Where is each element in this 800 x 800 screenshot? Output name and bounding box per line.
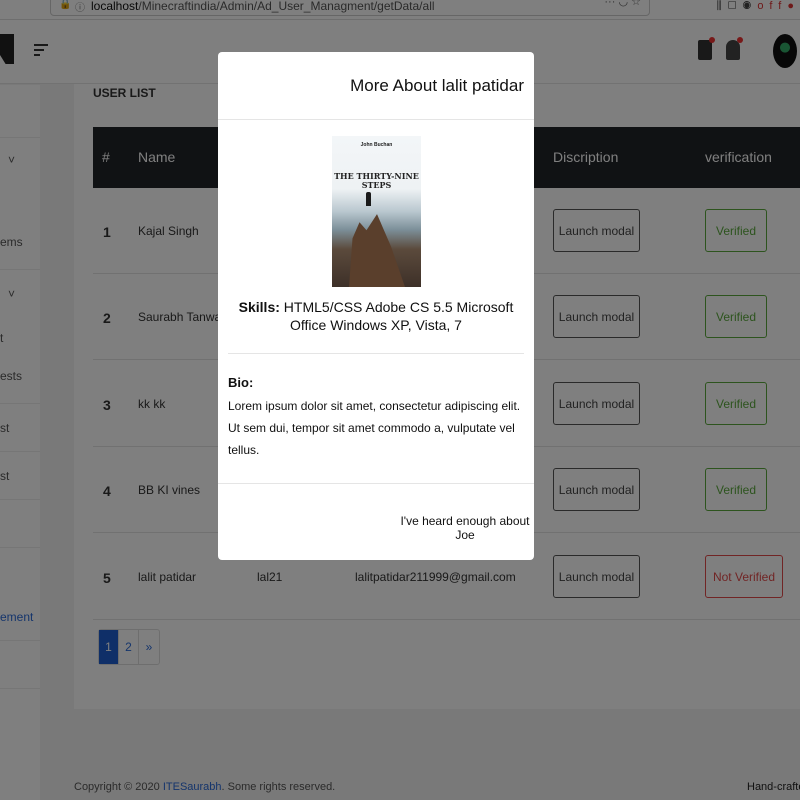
book-author: John Buchan <box>360 142 393 148</box>
close-modal-button[interactable]: I've heard enough about Joe <box>396 514 534 542</box>
mountain-rock <box>349 214 405 287</box>
user-details-modal: More About lalit patidar John Buchan THE… <box>218 52 534 560</box>
skills-value: HTML5/CSS Adobe CS 5.5 Microsoft Office … <box>279 299 514 333</box>
skills-label: Skills: <box>238 299 280 315</box>
bio-label: Bio: <box>228 375 254 390</box>
book-title: THE THIRTY-NINE STEPS <box>334 171 419 190</box>
hiker-figure <box>366 192 371 206</box>
bio-text: Lorem ipsum dolor sit amet, consectetur … <box>228 399 521 457</box>
modal-footer-divider <box>218 483 534 484</box>
skills-text: Skills: HTML5/CSS Adobe CS 5.5 Microsoft… <box>228 298 524 334</box>
modal-body-divider <box>228 353 524 354</box>
modal-title: More About lalit patidar <box>350 76 524 95</box>
book-cover-image: John Buchan THE THIRTY-NINE STEPS <box>332 136 421 287</box>
modal-header-divider <box>218 119 534 120</box>
